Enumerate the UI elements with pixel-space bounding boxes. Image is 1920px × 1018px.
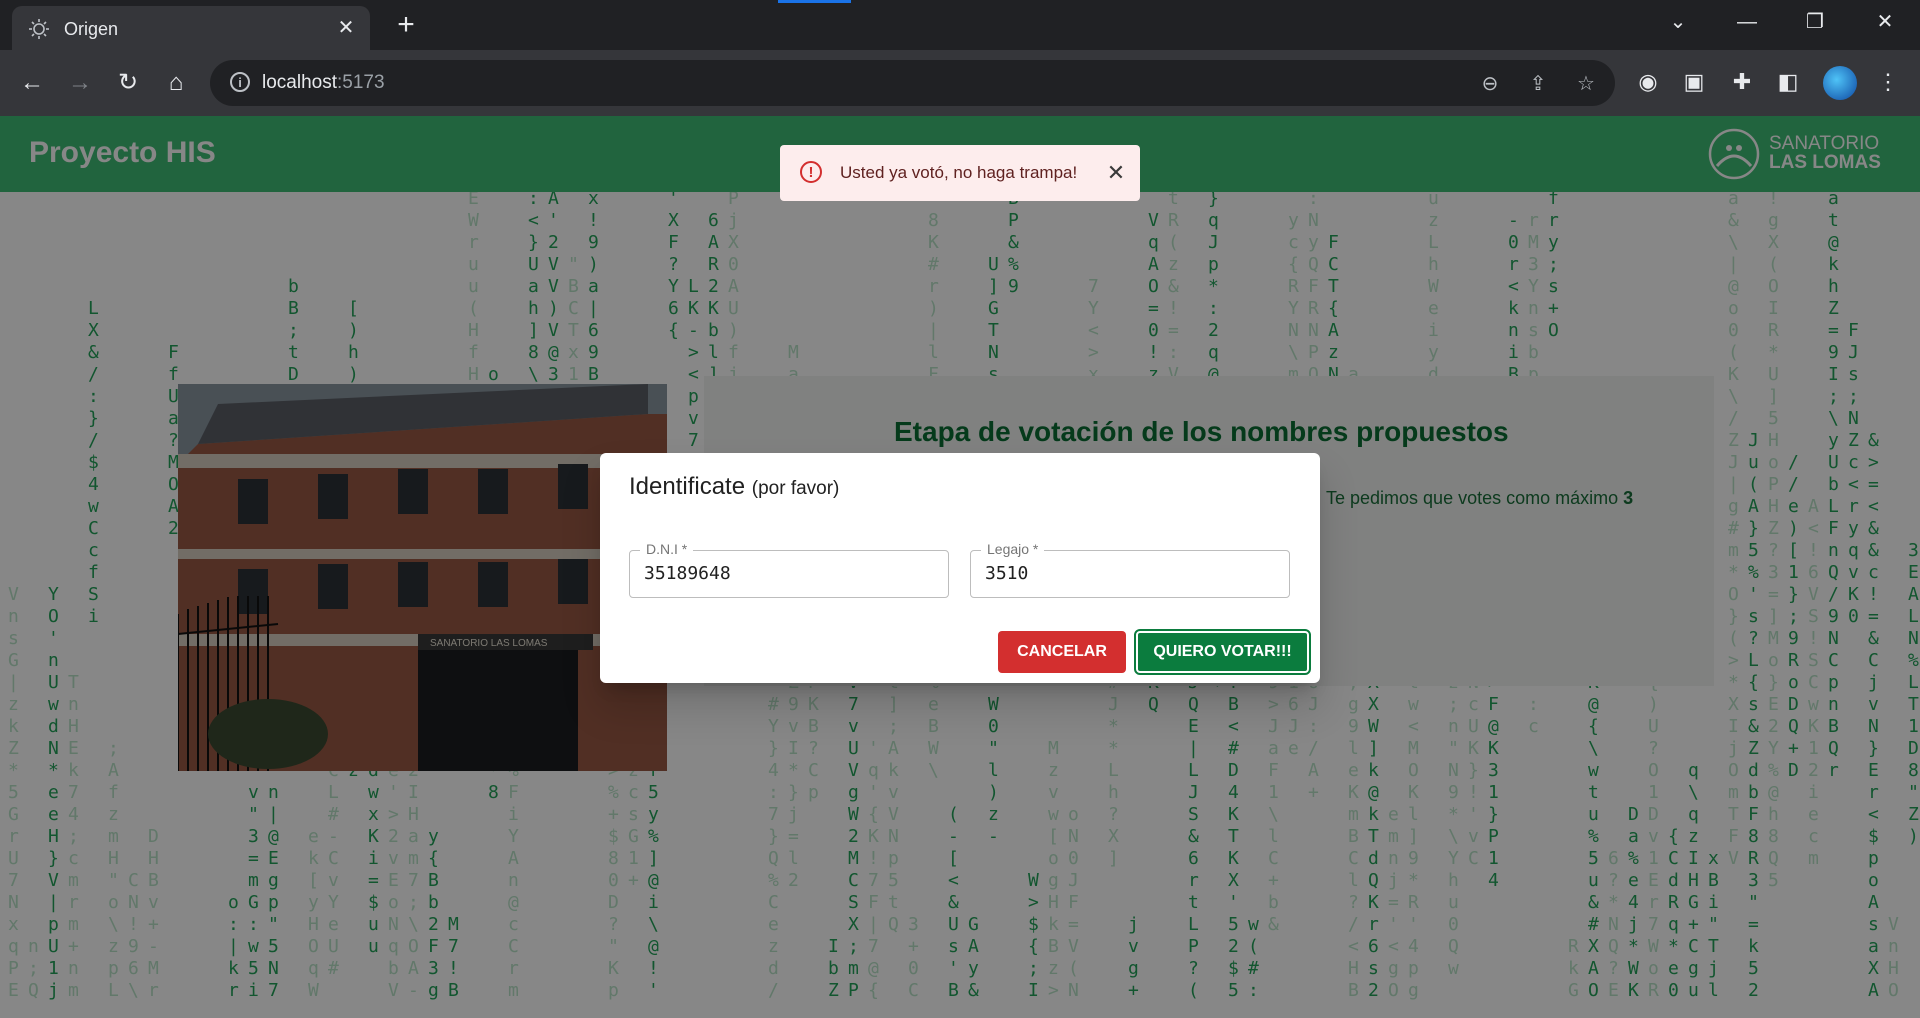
legajo-field[interactable]: Legajo * [970,541,1290,598]
window-close-icon[interactable]: ✕ [1865,6,1905,38]
dni-label: D.N.I * [640,541,694,557]
forward-icon[interactable]: → [63,66,97,100]
extension-icon[interactable]: ▣ [1678,66,1710,98]
error-toast: ! Usted ya votó, no haga trampa! ✕ [780,145,1140,201]
browser-tab[interactable]: Origen ✕ [12,6,370,50]
minimize-icon[interactable]: — [1727,6,1767,38]
url-text[interactable]: localhost:5173 [262,72,385,94]
toast-message: Usted ya votó, no haga trampa! [840,163,1078,182]
cancel-button[interactable]: CANCELAR [998,631,1126,673]
dni-input[interactable] [644,563,934,584]
page-viewport: Vn s G | z k Z * 5 Gr U 7 Nx q P En; Q Y O ' n Uw d N * e e H} V | p U 1… [0,116,1920,1018]
dialog-title-main: Identificate [629,473,746,500]
profile-avatar[interactable] [1823,66,1857,100]
legajo-label: Legajo * [981,541,1045,557]
dialog-title-suffix: (por favor) [751,478,840,499]
share-icon[interactable]: ⇪ [1524,70,1552,98]
back-icon[interactable]: ← [15,66,49,100]
reload-icon[interactable]: ↻ [111,66,145,100]
dialog-title: Identificate (por favor) [629,473,839,501]
info-icon[interactable]: i [230,72,250,92]
browser-toolbar: ← → ↻ ⌂ i localhost:5173 ⊖ ⇪ ☆ ◉ ▣ ✚ ◧ ⋮ [0,50,1920,116]
legajo-input[interactable] [985,563,1275,584]
chevron-down-icon[interactable]: ⌄ [1658,6,1698,38]
zoom-out-icon[interactable]: ⊖ [1476,70,1504,98]
puzzle-icon[interactable]: ✚ [1726,66,1758,98]
tab-indicator [778,0,851,3]
lightbulb-icon [29,19,49,39]
side-panel-icon[interactable]: ◧ [1772,66,1804,98]
new-tab-icon[interactable]: + [390,10,422,42]
tab-close-icon[interactable]: ✕ [332,14,360,42]
error-outline-icon: ! [800,161,822,183]
star-icon[interactable]: ☆ [1572,70,1600,98]
url-port: :5173 [337,72,385,93]
restore-icon[interactable]: ❐ [1795,6,1835,38]
address-bar[interactable]: i localhost:5173 ⊖ ⇪ ☆ [210,60,1615,106]
kebab-menu-icon[interactable]: ⋮ [1872,66,1904,98]
toast-close-icon[interactable]: ✕ [1102,159,1130,187]
home-icon[interactable]: ⌂ [159,66,193,100]
dni-field[interactable]: D.N.I * [629,541,949,598]
vote-button[interactable]: QUIERO VOTAR!!! [1134,629,1311,675]
url-host: localhost [262,72,337,93]
tab-title: Origen [64,19,119,39]
identify-dialog: Identificate (por favor) D.N.I * Legajo … [600,453,1320,683]
browser-titlebar: Origen ✕ + ⌄ — ❐ ✕ [0,0,1920,50]
extension-icon[interactable]: ◉ [1632,66,1664,98]
